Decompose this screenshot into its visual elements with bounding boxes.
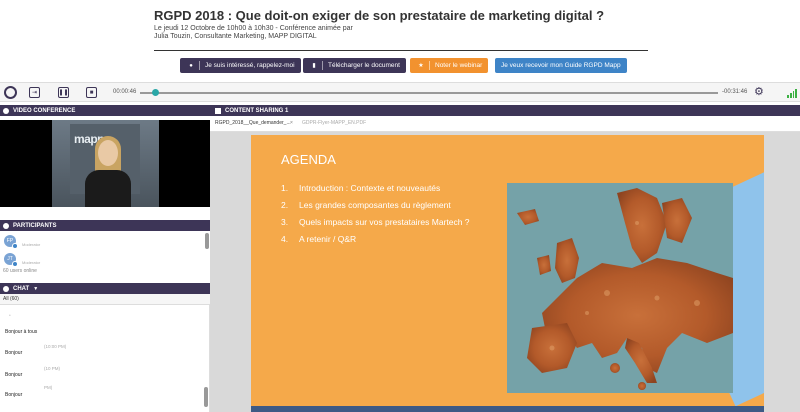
- chat-message-time: PM): [44, 385, 53, 390]
- progress-track[interactable]: [140, 92, 718, 94]
- chat-message-time: (10 PM): [44, 366, 61, 371]
- webinar-title: RGPD 2018 : Que doit-on exiger de son pr…: [154, 8, 605, 23]
- video-conference-header: VIDEO CONFERENCE: [0, 105, 210, 116]
- chat-header[interactable]: CHAT ▼: [0, 283, 210, 294]
- chat-messages: • Bonjour à tous (10:00 PM) Bonjour (10 …: [0, 305, 210, 412]
- video-conference-label: VIDEO CONFERENCE: [13, 107, 76, 114]
- agenda-item-text: Introduction : Contexte et nouveautés: [299, 183, 441, 193]
- star-icon: ★: [418, 63, 424, 69]
- close-icon[interactable]: ×: [290, 120, 293, 126]
- webinar-schedule: Le jeudi 12 Octobre de 10h00 à 10h30 - C…: [154, 25, 353, 32]
- europe-map-image: [507, 183, 733, 393]
- tab-document-flyer[interactable]: GDPR-Flyer-MAPP_EN.PDF: [302, 120, 366, 126]
- agenda-item-number: 1.: [281, 183, 289, 193]
- video-feed: mapp: [0, 120, 210, 207]
- agenda-item-text: Quels impacts sur vos prestataires Marte…: [299, 217, 470, 227]
- chat-message: Bonjour: [5, 392, 23, 398]
- webinar-header: RGPD 2018 : Que doit-on exiger de son pr…: [0, 0, 800, 80]
- tab-document-active[interactable]: RGPD_2018__Que_demander_...: [215, 120, 291, 126]
- slide-footer-bar: [251, 406, 764, 412]
- agenda-item: 4. A retenir / Q&R: [281, 234, 356, 244]
- chevron-down-icon: ▼: [33, 285, 39, 292]
- agenda-item: 2. Les grandes composantes du règlement: [281, 200, 451, 210]
- content-sharing-label: CONTENT SHARING 1: [225, 107, 289, 114]
- player-bar: ⇥ ❚❚ ■ 00:00:46 -00:31:46 ⚙: [0, 82, 800, 102]
- download-document-button[interactable]: ▮ Télécharger le document: [303, 58, 406, 73]
- chat-scrollbar[interactable]: [204, 387, 208, 407]
- webinar-logo-icon: [4, 86, 17, 99]
- chat-label: CHAT: [13, 285, 30, 292]
- user-icon: [3, 222, 9, 229]
- screen-icon: [215, 107, 221, 114]
- content-sharing-panel: CONTENT SHARING 1 RGPD_2018__Que_demande…: [210, 105, 800, 412]
- rate-button-label: Noter le webinar: [435, 62, 483, 69]
- participant-role: Moderator: [22, 260, 41, 265]
- agenda-item-text: Les grandes composantes du règlement: [299, 200, 451, 210]
- participants-label: PARTICIPANTS: [13, 222, 57, 229]
- agenda-item-number: 2.: [281, 200, 289, 210]
- slide-title: AGENDA: [281, 152, 336, 167]
- stop-icon[interactable]: ■: [86, 87, 97, 98]
- chat-message: Bonjour: [5, 350, 23, 356]
- pause-icon[interactable]: ❚❚: [58, 87, 69, 98]
- agenda-item: 3. Quels impacts sur vos prestataires Mar…: [281, 217, 470, 227]
- message-sender-placeholder: •: [9, 313, 11, 319]
- chat-tabs: All (60): [0, 294, 210, 305]
- chat-bubble-icon: ●: [189, 62, 193, 69]
- chat-bubble-icon: [3, 285, 9, 292]
- download-button-label: Télécharger le document: [328, 62, 400, 69]
- chat-message: Bonjour à tous: [5, 329, 38, 335]
- rate-webinar-button[interactable]: ★ Noter le webinar: [410, 58, 489, 73]
- presenter-video: mapp: [52, 120, 159, 207]
- agenda-item: 1. Introduction : Contexte et nouveautés: [281, 183, 440, 193]
- webinar-presenter: Julia Touzin, Consultante Marketing, MAP…: [154, 33, 317, 40]
- chat-message-time: (10:00 PM): [44, 344, 67, 349]
- document-icon: ▮: [312, 63, 316, 69]
- signal-strength-icon: [787, 88, 797, 98]
- callback-button-label: Je suis intéressé, rappelez-moi: [205, 62, 295, 69]
- guide-button-label: Je veux recevoir mon Guide RGPD Mapp: [501, 62, 621, 69]
- users-online-count: 60 users online: [3, 268, 37, 274]
- participants-scrollbar[interactable]: [205, 233, 209, 249]
- gear-icon: [3, 107, 9, 114]
- agenda-item-number: 3.: [281, 217, 289, 227]
- presentation-slide: AGENDA 1. Introduction : Contexte et nouv…: [251, 135, 764, 412]
- document-tabs: RGPD_2018__Que_demander_... × GDPR-Flyer…: [210, 116, 800, 132]
- remaining-time: -00:31:46: [722, 89, 748, 95]
- callback-button[interactable]: ● Je suis intéressé, rappelez-moi: [180, 58, 301, 73]
- chat-tab-all[interactable]: All (60): [3, 296, 19, 302]
- content-sharing-header: CONTENT SHARING 1: [210, 105, 800, 116]
- exit-icon[interactable]: ⇥: [29, 87, 40, 98]
- presence-badge: [12, 243, 18, 249]
- request-guide-button[interactable]: Je veux recevoir mon Guide RGPD Mapp: [495, 58, 627, 73]
- gear-icon[interactable]: ⚙: [754, 87, 765, 98]
- progress-thumb[interactable]: [151, 89, 159, 96]
- chat-message: Bonjour: [5, 372, 23, 378]
- left-panel: VIDEO CONFERENCE mapp PARTICIPANTS FP Mo…: [0, 105, 210, 412]
- participant-role: Moderator: [22, 242, 41, 247]
- agenda-item-number: 4.: [281, 234, 289, 244]
- header-divider: [154, 50, 648, 51]
- agenda-item-text: A retenir / Q&R: [299, 234, 357, 244]
- participants-header: PARTICIPANTS: [0, 220, 210, 231]
- elapsed-time: 00:00:46: [113, 89, 137, 95]
- presence-badge: [12, 261, 18, 267]
